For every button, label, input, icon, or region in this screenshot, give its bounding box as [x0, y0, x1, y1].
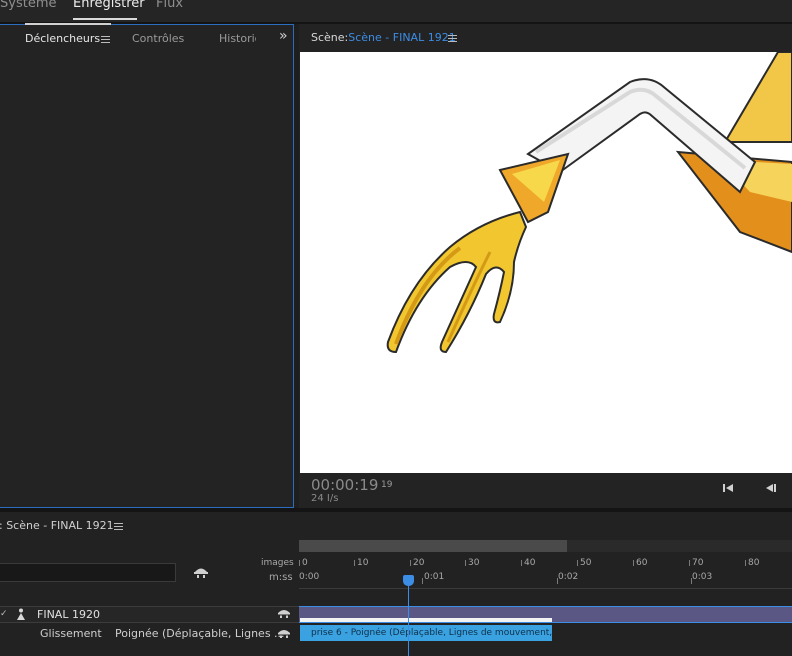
ruler-frame-tick: 10: [357, 558, 369, 568]
ruler-frame-tick: 40: [524, 558, 536, 568]
ruler-frame-tick: 60: [636, 558, 648, 568]
chevron-down-icon[interactable]: ✓: [0, 609, 8, 619]
scene-label: Scène:: [311, 31, 349, 44]
panel-overflow-icon[interactable]: »: [279, 28, 288, 44]
step-back-icon[interactable]: [764, 482, 778, 497]
puppet-track-icon[interactable]: [277, 608, 291, 621]
ruler-frames-label: images: [261, 558, 294, 568]
track-name: FINAL 1920: [37, 608, 100, 621]
tab-declencheurs[interactable]: Déclencheurs: [25, 32, 100, 45]
scene-name[interactable]: Scène - FINAL 1921: [348, 31, 455, 44]
ruler-tick: [354, 560, 355, 566]
ruler-frame-tick: 70: [692, 558, 704, 568]
triggers-panel: Déclencheurs Contrôles Historique »: [0, 24, 294, 508]
tab-historique[interactable]: Historique: [219, 32, 256, 45]
ruler-tick: [745, 560, 746, 566]
playhead-line[interactable]: [408, 578, 409, 656]
panel-menu-icon[interactable]: [101, 36, 110, 43]
ruler-frame-tick: 80: [748, 558, 760, 568]
ruler-tick: [422, 578, 423, 584]
track-range-bar: [300, 618, 552, 622]
timeline-title: : Scène - FINAL 1921: [0, 519, 114, 532]
step-to-start-icon[interactable]: [722, 482, 734, 497]
ruler-tick: [689, 560, 690, 566]
ruler-tick: [633, 560, 634, 566]
timeline-menu-icon[interactable]: [114, 523, 123, 530]
ruler-frame-tick: 0: [302, 558, 308, 568]
scene-canvas[interactable]: [300, 52, 792, 473]
puppet-icon: [16, 608, 26, 623]
workspace-tab-flux[interactable]: Flux: [156, 0, 183, 11]
ruler-tick: [577, 560, 578, 566]
ruler-tick: [465, 560, 466, 566]
scene-panel-header: Scène:Scène - FINAL 1921: [311, 31, 456, 44]
puppet-filter-icon[interactable]: [193, 566, 209, 581]
ruler-time-tick: 0:00: [299, 572, 320, 582]
scene-menu-icon[interactable]: [448, 35, 457, 42]
timeline-search-input[interactable]: [0, 563, 176, 582]
behavior-parameters: Poignée (Déplaçable, Lignes ...: [115, 627, 285, 640]
ruler-time-tick: 0:03: [692, 572, 713, 582]
take-clip[interactable]: prise 6 - Poignée (Déplaçable, Lignes de…: [300, 625, 552, 641]
ruler-frame-tick: 50: [580, 558, 592, 568]
active-panel-tab-underline: [25, 23, 111, 25]
workspace-tab-systeme[interactable]: Système: [0, 0, 56, 11]
ruler-time-tick: 0:01: [424, 572, 445, 582]
timecode: 00:00:19: [311, 476, 379, 494]
tab-controles[interactable]: Contrôles: [132, 32, 184, 45]
frame-rate: 24 I/s: [311, 493, 339, 504]
puppet-artwork: [386, 52, 792, 354]
ruler-time-label: m:ss: [269, 572, 293, 583]
frame-number: 19: [381, 480, 393, 490]
ruler-time-tick: 0:02: [558, 572, 579, 582]
timeline-scrollbar-thumb[interactable]: [299, 540, 567, 552]
workspace-tab-enregistrer[interactable]: Enregistrer: [73, 0, 145, 11]
puppet-track-icon[interactable]: [277, 628, 291, 641]
playhead-handle[interactable]: [403, 575, 414, 586]
ruler-frame-tick: 30: [468, 558, 480, 568]
ruler-tick: [521, 560, 522, 566]
ruler-tick: [410, 560, 411, 566]
ruler-divider: [299, 588, 792, 589]
ruler-frame-tick: 20: [413, 558, 425, 568]
behavior-name[interactable]: Glissement: [40, 627, 102, 640]
ruler-tick: [299, 560, 300, 566]
active-tab-underline: [73, 18, 137, 20]
